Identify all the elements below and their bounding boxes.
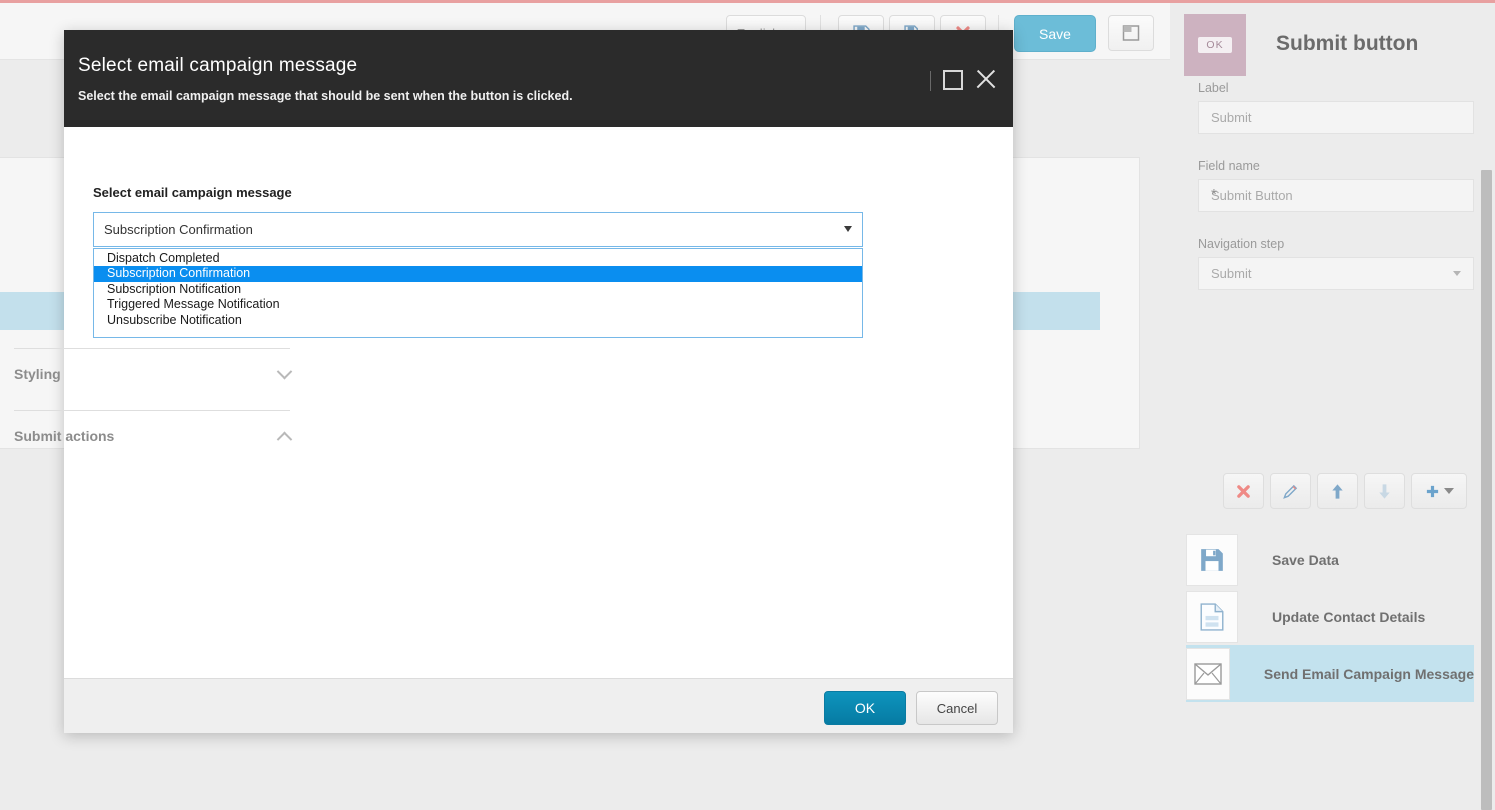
add-action-button[interactable] — [1411, 473, 1467, 509]
select-value: Subscription Confirmation — [104, 222, 253, 237]
action-toolbar — [1223, 473, 1473, 509]
sidebar-scrollbar-thumb[interactable] — [1481, 170, 1492, 810]
move-up-action-button[interactable] — [1317, 473, 1358, 509]
submit-actions-list: Save Data Update Contact Details Send Em… — [1186, 531, 1474, 702]
navigation-step-value: Submit — [1211, 266, 1252, 281]
list-item[interactable]: Save Data — [1186, 531, 1474, 588]
list-item[interactable]: Update Contact Details — [1186, 588, 1474, 645]
save-button[interactable]: Save — [1014, 15, 1096, 52]
section-styling-label: Styling — [14, 366, 61, 382]
arrow-up-icon — [1332, 483, 1343, 499]
header-divider — [930, 71, 931, 91]
list-item[interactable]: Subscription Notification — [94, 282, 862, 297]
delete-icon — [1237, 484, 1250, 498]
panel-toggle-button[interactable] — [1108, 15, 1154, 51]
dialog-subtitle: Select the email campaign message that s… — [78, 89, 573, 103]
close-icon[interactable] — [973, 66, 999, 92]
label-input[interactable]: Submit — [1198, 101, 1474, 134]
email-campaign-select[interactable]: Subscription Confirmation — [93, 212, 863, 247]
navigation-step-caption: Navigation step — [1198, 237, 1285, 251]
component-thumbnail: OK — [1184, 14, 1246, 76]
navigation-step-group: Navigation step Submit — [1198, 237, 1474, 290]
pencil-icon — [1283, 484, 1298, 499]
label-input-value: Submit — [1211, 110, 1252, 125]
dialog-body: Select email campaign message Subscripti… — [64, 127, 1013, 704]
dialog-header: Select email campaign message Select the… — [64, 30, 1013, 127]
field-name-caption: Field name — [1198, 159, 1260, 173]
section-submit-actions-label: Submit actions — [14, 428, 115, 444]
plus-icon — [1426, 485, 1438, 497]
label-field-group: Label Submit — [1198, 81, 1474, 134]
edit-action-button[interactable] — [1270, 473, 1311, 509]
navigation-step-select[interactable]: Submit — [1198, 257, 1474, 290]
list-item-label: Save Data — [1272, 551, 1339, 568]
ok-button[interactable]: OK — [824, 691, 906, 725]
maximize-icon[interactable] — [943, 70, 963, 90]
divider — [14, 348, 290, 349]
list-item[interactable]: Dispatch Completed — [94, 251, 862, 266]
document-icon — [1186, 590, 1238, 643]
label-field-caption: Label — [1198, 81, 1229, 95]
list-item[interactable]: Subscription Confirmation — [94, 266, 862, 282]
envelope-icon — [1186, 647, 1230, 700]
select-field-label: Select email campaign message — [93, 185, 292, 200]
move-down-action-button — [1364, 473, 1405, 509]
required-marker: * — [1211, 186, 1217, 203]
list-item[interactable]: Triggered Message Notification — [94, 297, 862, 312]
divider — [14, 410, 290, 411]
field-name-value: Submit Button — [1211, 188, 1293, 203]
dialog-footer: OK Cancel — [64, 678, 1013, 733]
section-styling[interactable]: Styling — [14, 358, 293, 390]
arrow-down-icon — [1379, 483, 1390, 499]
page-title: Submit button — [1276, 32, 1419, 55]
delete-action-button[interactable] — [1223, 473, 1264, 509]
section-submit-actions[interactable]: Submit actions — [14, 420, 293, 452]
sidebar-header: OK Submit button — [1184, 14, 1464, 80]
chevron-down-icon — [844, 226, 852, 232]
field-name-input[interactable]: Submit Button — [1198, 179, 1474, 212]
list-item-label: Update Contact Details — [1272, 608, 1426, 625]
list-item[interactable]: Unsubscribe Notification — [94, 313, 862, 328]
email-campaign-option-list[interactable]: Dispatch Completed Subscription Confirma… — [93, 248, 863, 338]
chevron-up-icon — [276, 431, 293, 447]
field-name-group: Field name * Submit Button — [1198, 159, 1474, 212]
list-item-label: Send Email Campaign Message — [1263, 665, 1474, 682]
chevron-down-icon — [276, 363, 293, 379]
thumbnail-ok-badge: OK — [1198, 37, 1232, 53]
screen: English Save — [0, 0, 1495, 810]
chevron-down-icon — [1443, 488, 1454, 494]
panel-toggle-icon — [1122, 25, 1140, 41]
floppy-disk-icon — [1186, 533, 1238, 586]
dialog-title: Select email campaign message — [78, 55, 358, 76]
list-item[interactable]: Send Email Campaign Message — [1186, 645, 1474, 702]
chevron-down-icon — [1453, 271, 1461, 276]
cancel-button[interactable]: Cancel — [916, 691, 998, 725]
